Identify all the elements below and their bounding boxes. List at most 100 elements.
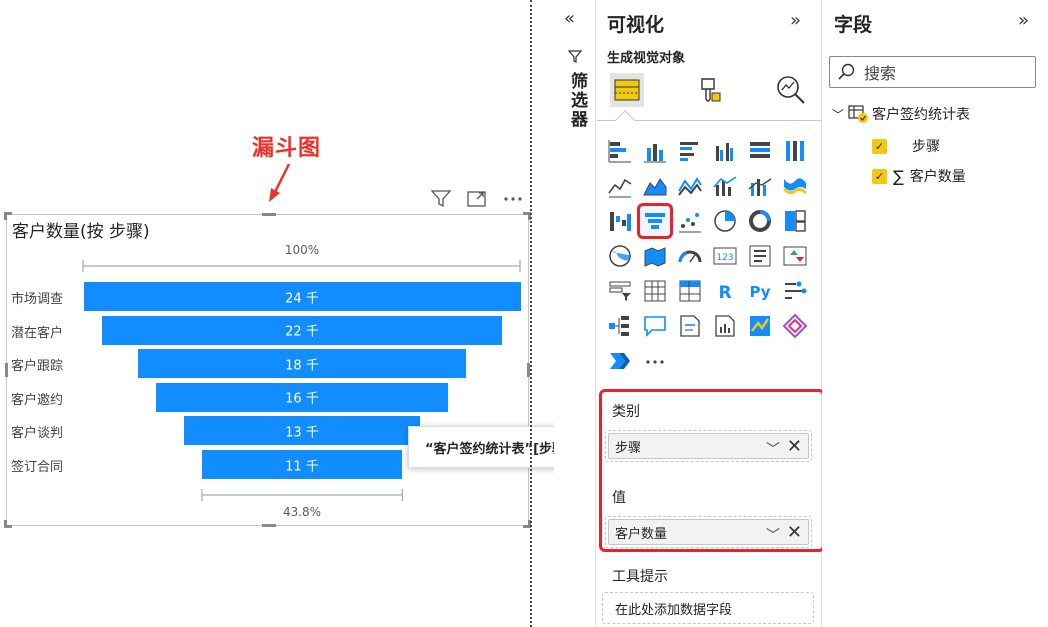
more-options-icon[interactable] xyxy=(502,188,524,210)
focus-mode-icon[interactable] xyxy=(466,188,488,210)
visualizations-title: 可视化 xyxy=(607,14,665,36)
field-item-step[interactable]: ✓ 步骤 xyxy=(872,136,940,156)
analytics-tab[interactable] xyxy=(771,70,811,110)
checkbox-checked[interactable]: ✓ xyxy=(872,168,887,184)
resize-handle[interactable] xyxy=(5,363,8,377)
stacked-column-chart-icon[interactable] xyxy=(640,136,670,166)
clustered-column-chart-icon[interactable] xyxy=(710,136,740,166)
collapse-chevron-icon[interactable]: « xyxy=(564,8,575,29)
filters-pane-collapsed[interactable]: « 筛选器 xyxy=(554,0,596,627)
sigma-icon: ∑ xyxy=(893,166,904,186)
slicer-icon[interactable] xyxy=(605,276,635,306)
pie-chart-icon[interactable] xyxy=(710,206,740,236)
field-item-customer-count[interactable]: ✓ ∑ 客户数量 xyxy=(872,166,966,186)
gauge-icon[interactable] xyxy=(675,241,705,271)
remove-field-icon[interactable]: ✕ xyxy=(787,522,802,543)
build-visual-label: 生成视觉对象 xyxy=(607,51,686,66)
matrix-icon[interactable] xyxy=(675,276,705,306)
stacked-bar-chart-icon[interactable] xyxy=(605,136,635,166)
funnel-category-label: 市场调查 xyxy=(11,292,64,307)
fields-title: 字段 xyxy=(834,14,873,36)
bottom-percent-bracket xyxy=(201,489,403,501)
format-visual-tab[interactable] xyxy=(689,70,729,110)
chevron-down-icon[interactable]: ﹀ xyxy=(766,525,780,545)
values-well[interactable]: 客户数量 ﹀ ✕ xyxy=(605,516,812,548)
funnel-data-label: 18 千 xyxy=(285,358,319,374)
treemap-icon[interactable] xyxy=(780,206,810,236)
funnel-chart-icon[interactable] xyxy=(637,203,673,239)
card-icon[interactable]: 123 xyxy=(710,241,740,271)
field-name: 客户数量 xyxy=(909,169,966,185)
ribbon-chart-icon[interactable] xyxy=(780,171,810,201)
power-apps-icon[interactable] xyxy=(780,311,810,341)
python-visual-icon[interactable]: Py xyxy=(745,276,775,306)
svg-text:Py: Py xyxy=(749,283,770,301)
values-well-label: 值 xyxy=(612,490,626,506)
expand-chevron-icon[interactable]: » xyxy=(1018,10,1029,31)
clustered-bar-chart-icon[interactable] xyxy=(675,136,705,166)
funnel-category-label: 签订合同 xyxy=(11,460,64,475)
analytics-magnifier-icon xyxy=(777,76,805,104)
stacked-area-chart-icon[interactable] xyxy=(675,171,705,201)
multi-row-card-icon[interactable] xyxy=(745,241,775,271)
more-visuals-icon[interactable] xyxy=(640,346,670,376)
expand-chevron-icon[interactable]: » xyxy=(790,10,801,31)
r-script-visual-icon[interactable]: R xyxy=(710,276,740,306)
smart-narrative-icon[interactable] xyxy=(675,311,705,341)
area-chart-icon[interactable] xyxy=(640,171,670,201)
svg-text:123: 123 xyxy=(716,253,733,263)
line-and-clustered-column-icon[interactable] xyxy=(745,171,775,201)
table-name: 客户签约统计表 xyxy=(872,107,971,123)
funnel-visual[interactable]: 客户数量(按 步骤) 100% 43.8% 市场调查 24 千潜在客户 22 千客户… xyxy=(4,212,531,528)
funnel-data-label: 24 千 xyxy=(285,291,319,306)
funnel-data-label: 13 千 xyxy=(285,425,319,441)
resize-handle[interactable] xyxy=(4,520,7,528)
table-item[interactable]: ﹀ 客户签约统计表 xyxy=(832,104,970,124)
scatter-chart-icon[interactable] xyxy=(675,206,705,236)
decomposition-tree-icon[interactable] xyxy=(605,311,635,341)
100-stacked-column-chart-icon[interactable] xyxy=(780,136,810,166)
category-field-name: 步骤 xyxy=(615,440,642,456)
canvas-divider xyxy=(530,0,532,627)
search-input[interactable]: 搜索 xyxy=(829,56,1036,88)
category-well[interactable]: 步骤 ﹀ ✕ xyxy=(605,430,812,462)
line-chart-icon[interactable] xyxy=(605,171,635,201)
filter-icon[interactable] xyxy=(430,188,452,210)
map-icon[interactable] xyxy=(605,241,635,271)
key-influencers-icon[interactable] xyxy=(780,276,810,306)
tab-pointer xyxy=(615,110,635,130)
paginated-report-icon[interactable] xyxy=(710,311,740,341)
build-visual-icon xyxy=(610,73,644,107)
azure-map-icon[interactable] xyxy=(745,311,775,341)
checkbox-checked[interactable]: ✓ xyxy=(872,138,887,154)
table-visual-icon[interactable] xyxy=(640,276,670,306)
waterfall-chart-icon[interactable] xyxy=(605,206,635,236)
values-field-pill[interactable]: 客户数量 ﹀ ✕ xyxy=(608,519,809,545)
bottom-percent-label: 43.8% xyxy=(282,505,322,519)
remove-field-icon[interactable]: ✕ xyxy=(787,436,802,457)
category-field-pill[interactable]: 步骤 ﹀ ✕ xyxy=(608,433,809,459)
expand-tree-chevron-icon[interactable]: ﹀ xyxy=(832,106,844,123)
qna-icon[interactable] xyxy=(640,311,670,341)
visual-header xyxy=(430,188,524,210)
category-well-label: 类别 xyxy=(612,404,640,420)
kpi-icon[interactable] xyxy=(780,241,810,271)
format-brush-icon xyxy=(701,78,721,102)
build-tabs xyxy=(607,70,812,110)
line-and-column-chart-icon[interactable] xyxy=(710,171,740,201)
resize-handle[interactable] xyxy=(262,524,276,527)
tooltips-well-label: 工具提示 xyxy=(612,569,668,585)
filled-map-icon[interactable] xyxy=(640,241,670,271)
resize-handle[interactable] xyxy=(262,213,276,216)
table-icon xyxy=(848,105,869,123)
power-automate-icon[interactable] xyxy=(605,346,635,376)
tooltips-well[interactable]: 在此处添加数据字段 xyxy=(602,592,814,624)
donut-chart-icon[interactable] xyxy=(745,206,775,236)
chevron-down-icon[interactable]: ﹀ xyxy=(766,439,780,459)
filters-label: 筛选器 xyxy=(567,72,587,129)
100-stacked-bar-chart-icon[interactable] xyxy=(745,136,775,166)
annotation-arrow-icon xyxy=(269,163,291,202)
resize-handle[interactable] xyxy=(4,212,7,220)
top-percent-label: 100% xyxy=(284,243,320,257)
build-visual-tab[interactable] xyxy=(607,70,647,110)
